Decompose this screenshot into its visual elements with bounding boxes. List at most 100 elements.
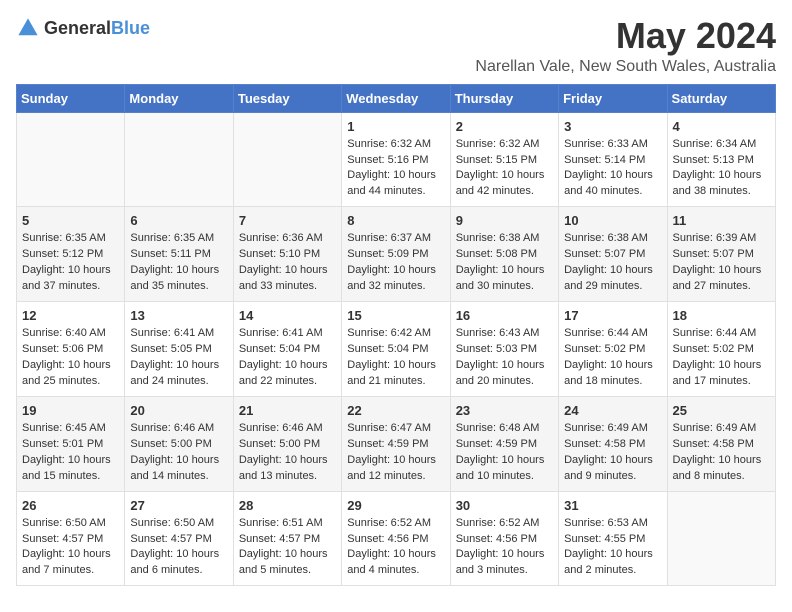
calendar-cell: 26 Sunrise: 6:50 AM Sunset: 4:57 PM Dayli… [17,491,125,586]
calendar-cell: 20 Sunrise: 6:46 AM Sunset: 5:00 PM Dayli… [125,396,233,491]
title-block: May 2024 Narellan Vale, New South Wales,… [475,16,776,76]
calendar-week-row: 26 Sunrise: 6:50 AM Sunset: 4:57 PM Dayli… [17,491,776,586]
day-info: Sunrise: 6:37 AM Sunset: 5:09 PM Dayligh… [347,231,444,295]
calendar-cell: 30 Sunrise: 6:52 AM Sunset: 4:56 PM Dayli… [450,491,558,586]
day-info: Sunrise: 6:36 AM Sunset: 5:10 PM Dayligh… [239,231,336,295]
day-number: 12 [22,308,119,323]
calendar-cell: 9 Sunrise: 6:38 AM Sunset: 5:08 PM Daylig… [450,207,558,302]
day-number: 11 [673,213,770,228]
day-info: Sunrise: 6:41 AM Sunset: 5:05 PM Dayligh… [130,326,227,390]
calendar-cell: 1 Sunrise: 6:32 AM Sunset: 5:16 PM Daylig… [342,112,450,207]
logo: GeneralBlue [16,16,150,40]
day-number: 27 [130,498,227,513]
weekday-header-thursday: Thursday [450,84,558,112]
weekday-header-tuesday: Tuesday [233,84,341,112]
day-number: 14 [239,308,336,323]
calendar-cell: 10Sunrise: 6:38 AM Sunset: 5:07 PM Dayli… [559,207,667,302]
day-number: 31 [564,498,661,513]
day-info: Sunrise: 6:46 AM Sunset: 5:00 PM Dayligh… [239,421,336,485]
calendar-cell: 18Sunrise: 6:44 AM Sunset: 5:02 PM Dayli… [667,302,775,397]
day-number: 19 [22,403,119,418]
calendar-cell: 3 Sunrise: 6:33 AM Sunset: 5:14 PM Daylig… [559,112,667,207]
day-number: 30 [456,498,553,513]
day-info: Sunrise: 6:45 AM Sunset: 5:01 PM Dayligh… [22,421,119,485]
day-info: Sunrise: 6:42 AM Sunset: 5:04 PM Dayligh… [347,326,444,390]
calendar-cell: 24 Sunrise: 6:49 AM Sunset: 4:58 PM Dayli… [559,396,667,491]
day-info: Sunrise: 6:44 AM Sunset: 5:02 PM Dayligh… [564,326,661,390]
day-number: 24 [564,403,661,418]
weekday-header-sunday: Sunday [17,84,125,112]
day-info: Sunrise: 6:32 AM Sunset: 5:15 PM Dayligh… [456,137,553,201]
day-info: Sunrise: 6:46 AM Sunset: 5:00 PM Dayligh… [130,421,227,485]
day-number: 20 [130,403,227,418]
day-number: 29 [347,498,444,513]
weekday-header-friday: Friday [559,84,667,112]
calendar-cell: 8 Sunrise: 6:37 AM Sunset: 5:09 PM Daylig… [342,207,450,302]
calendar-cell: 25 Sunrise: 6:49 AM Sunset: 4:58 PM Dayli… [667,396,775,491]
calendar-week-row: 12Sunrise: 6:40 AM Sunset: 5:06 PM Dayli… [17,302,776,397]
day-number: 21 [239,403,336,418]
calendar-cell: 6 Sunrise: 6:35 AM Sunset: 5:11 PM Daylig… [125,207,233,302]
calendar-cell: 5Sunrise: 6:35 AM Sunset: 5:12 PM Daylig… [17,207,125,302]
day-number: 26 [22,498,119,513]
day-number: 17 [564,308,661,323]
day-info: Sunrise: 6:38 AM Sunset: 5:07 PM Dayligh… [564,231,661,295]
day-number: 1 [347,119,444,134]
logo-blue: Blue [111,18,150,38]
day-number: 15 [347,308,444,323]
location-title: Narellan Vale, New South Wales, Australi… [475,58,776,76]
logo-general: General [44,18,111,38]
calendar-cell: 14 Sunrise: 6:41 AM Sunset: 5:04 PM Dayli… [233,302,341,397]
day-number: 8 [347,213,444,228]
calendar-table: SundayMondayTuesdayWednesdayThursdayFrid… [16,84,776,587]
day-number: 2 [456,119,553,134]
day-number: 9 [456,213,553,228]
calendar-cell: 15 Sunrise: 6:42 AM Sunset: 5:04 PM Dayli… [342,302,450,397]
day-number: 13 [130,308,227,323]
day-info: Sunrise: 6:32 AM Sunset: 5:16 PM Dayligh… [347,137,444,201]
day-number: 22 [347,403,444,418]
day-number: 28 [239,498,336,513]
calendar-cell: 31 Sunrise: 6:53 AM Sunset: 4:55 PM Dayli… [559,491,667,586]
calendar-cell: 22 Sunrise: 6:47 AM Sunset: 4:59 PM Dayli… [342,396,450,491]
logo-icon [16,16,40,40]
calendar-cell: 29 Sunrise: 6:52 AM Sunset: 4:56 PM Dayli… [342,491,450,586]
calendar-cell: 7 Sunrise: 6:36 AM Sunset: 5:10 PM Daylig… [233,207,341,302]
day-info: Sunrise: 6:43 AM Sunset: 5:03 PM Dayligh… [456,326,553,390]
day-info: Sunrise: 6:49 AM Sunset: 4:58 PM Dayligh… [564,421,661,485]
day-number: 23 [456,403,553,418]
day-info: Sunrise: 6:50 AM Sunset: 4:57 PM Dayligh… [22,516,119,580]
day-info: Sunrise: 6:47 AM Sunset: 4:59 PM Dayligh… [347,421,444,485]
day-number: 6 [130,213,227,228]
day-info: Sunrise: 6:52 AM Sunset: 4:56 PM Dayligh… [347,516,444,580]
calendar-cell: 13 Sunrise: 6:41 AM Sunset: 5:05 PM Dayli… [125,302,233,397]
day-info: Sunrise: 6:33 AM Sunset: 5:14 PM Dayligh… [564,137,661,201]
day-info: Sunrise: 6:52 AM Sunset: 4:56 PM Dayligh… [456,516,553,580]
calendar-cell: 21 Sunrise: 6:46 AM Sunset: 5:00 PM Dayli… [233,396,341,491]
calendar-cell: 16 Sunrise: 6:43 AM Sunset: 5:03 PM Dayli… [450,302,558,397]
calendar-week-row: 5Sunrise: 6:35 AM Sunset: 5:12 PM Daylig… [17,207,776,302]
calendar-cell [125,112,233,207]
day-number: 5 [22,213,119,228]
calendar-cell: 23Sunrise: 6:48 AM Sunset: 4:59 PM Dayli… [450,396,558,491]
day-info: Sunrise: 6:38 AM Sunset: 5:08 PM Dayligh… [456,231,553,295]
day-number: 18 [673,308,770,323]
day-info: Sunrise: 6:41 AM Sunset: 5:04 PM Dayligh… [239,326,336,390]
calendar-cell: 19 Sunrise: 6:45 AM Sunset: 5:01 PM Dayli… [17,396,125,491]
day-info: Sunrise: 6:51 AM Sunset: 4:57 PM Dayligh… [239,516,336,580]
calendar-cell [233,112,341,207]
calendar-cell [17,112,125,207]
weekday-header-saturday: Saturday [667,84,775,112]
day-info: Sunrise: 6:49 AM Sunset: 4:58 PM Dayligh… [673,421,770,485]
day-number: 25 [673,403,770,418]
day-info: Sunrise: 6:34 AM Sunset: 5:13 PM Dayligh… [673,137,770,201]
calendar-cell: 12Sunrise: 6:40 AM Sunset: 5:06 PM Dayli… [17,302,125,397]
weekday-header-row: SundayMondayTuesdayWednesdayThursdayFrid… [17,84,776,112]
day-number: 7 [239,213,336,228]
day-number: 3 [564,119,661,134]
day-info: Sunrise: 6:35 AM Sunset: 5:11 PM Dayligh… [130,231,227,295]
day-info: Sunrise: 6:53 AM Sunset: 4:55 PM Dayligh… [564,516,661,580]
weekday-header-wednesday: Wednesday [342,84,450,112]
calendar-cell [667,491,775,586]
day-number: 16 [456,308,553,323]
